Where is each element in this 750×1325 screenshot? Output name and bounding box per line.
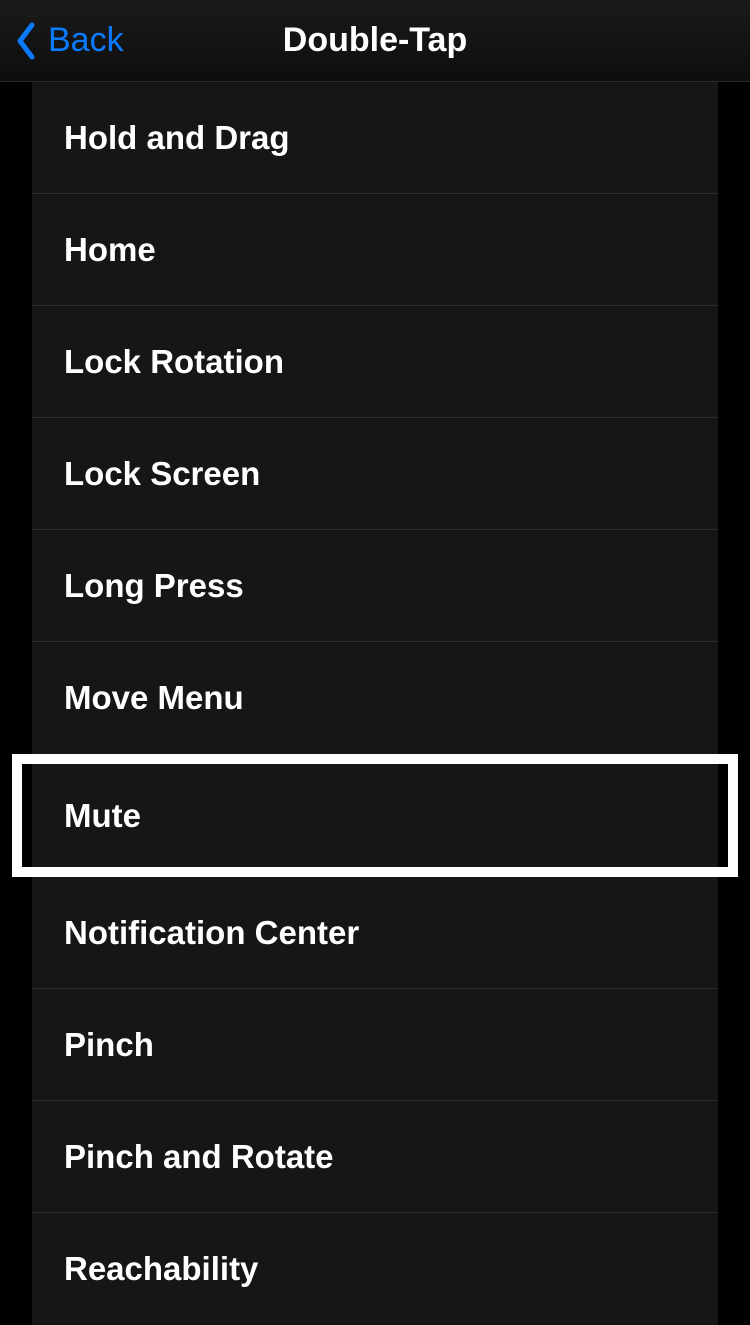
back-button[interactable]: Back: [14, 21, 124, 61]
options-list: Hold and Drag Home Lock Rotation Lock Sc…: [32, 82, 718, 1325]
option-lock-screen[interactable]: Lock Screen: [32, 418, 718, 530]
navigation-bar: Back Double-Tap: [0, 0, 750, 82]
option-label: Long Press: [64, 567, 244, 605]
option-hold-and-drag[interactable]: Hold and Drag: [32, 82, 718, 194]
option-label: Pinch and Rotate: [64, 1138, 334, 1176]
option-mute[interactable]: Mute: [12, 754, 738, 877]
page-title: Double-Tap: [283, 21, 467, 60]
option-move-menu[interactable]: Move Menu: [32, 642, 718, 754]
option-label: Reachability: [64, 1250, 258, 1288]
option-label: Lock Screen: [64, 455, 260, 493]
option-label: Mute: [64, 797, 141, 835]
option-long-press[interactable]: Long Press: [32, 530, 718, 642]
option-home[interactable]: Home: [32, 194, 718, 306]
option-label: Pinch: [64, 1026, 154, 1064]
option-notification-center[interactable]: Notification Center: [32, 877, 718, 989]
option-label: Hold and Drag: [64, 119, 290, 157]
content-area: Hold and Drag Home Lock Rotation Lock Sc…: [0, 82, 750, 1325]
option-pinch[interactable]: Pinch: [32, 989, 718, 1101]
option-label: Notification Center: [64, 914, 359, 952]
option-label: Lock Rotation: [64, 343, 284, 381]
option-reachability[interactable]: Reachability: [32, 1213, 718, 1325]
option-pinch-and-rotate[interactable]: Pinch and Rotate: [32, 1101, 718, 1213]
option-label: Home: [64, 231, 156, 269]
option-label: Move Menu: [64, 679, 244, 717]
option-lock-rotation[interactable]: Lock Rotation: [32, 306, 718, 418]
back-label: Back: [48, 21, 124, 60]
chevron-left-icon: [14, 21, 38, 61]
